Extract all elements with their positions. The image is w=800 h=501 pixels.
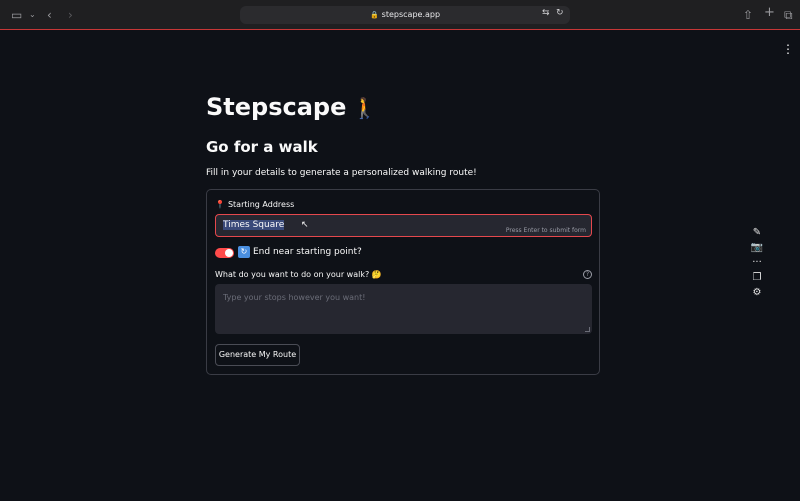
toggle-label: End near starting point? <box>253 247 362 257</box>
edit-icon[interactable]: ✎ <box>750 225 764 240</box>
app-container: ⋮ ✎ 📷 ··· ❐ ⚙ Stepscape 🚶 Go for a walk F… <box>0 31 800 501</box>
camera-icon[interactable]: 📷 <box>750 240 764 255</box>
lock-icon: 🔒 <box>369 11 379 19</box>
share-icon[interactable]: ⇧ <box>743 8 753 22</box>
page-description: Fill in your details to generate a perso… <box>206 168 477 178</box>
end-near-start-toggle[interactable] <box>215 248 234 258</box>
page-title: Stepscape 🚶 <box>206 93 378 121</box>
back-icon[interactable]: ‹ <box>47 8 52 22</box>
reload-icon[interactable]: ↻ <box>556 8 564 18</box>
more-menu-icon[interactable]: ⋮ <box>782 43 794 55</box>
copy-icon[interactable]: ❐ <box>750 270 764 285</box>
input-hint: Press Enter to submit form <box>505 227 586 234</box>
resize-handle-icon[interactable] <box>585 327 590 332</box>
pin-icon: 📍 <box>215 200 225 209</box>
forward-icon[interactable]: › <box>68 8 73 22</box>
help-icon[interactable]: ? <box>583 270 592 279</box>
loop-icon: ↻ <box>238 246 250 258</box>
toggle-knob <box>225 249 233 257</box>
stops-placeholder: Type your stops however you want! <box>223 293 366 302</box>
mouse-cursor-icon: ↖ <box>301 220 309 230</box>
walker-icon: 🚶 <box>352 96 378 120</box>
generate-route-button[interactable]: Generate My Route <box>215 344 300 366</box>
address-input[interactable]: Times Square ↖ Press Enter to submit for… <box>215 214 592 237</box>
address-value: Times Square <box>223 220 285 230</box>
translate-icon[interactable]: ⇆ <box>542 8 550 18</box>
sidebar-icon[interactable]: ▭ <box>11 8 22 22</box>
chevron-down-icon[interactable]: ⌄ <box>29 8 36 22</box>
gear-icon[interactable]: ⚙ <box>750 285 764 300</box>
url-text: stepscape.app <box>381 10 441 19</box>
tabs-icon[interactable]: ⧉ <box>784 8 793 22</box>
address-bar[interactable]: 🔒 stepscape.app ⇆ ↻ <box>240 6 570 24</box>
browser-toolbar: ▭ ⌄ ‹ › 🔒 stepscape.app ⇆ ↻ ⇧ + ⧉ <box>0 0 800 30</box>
stops-textarea[interactable]: Type your stops however you want! <box>215 284 592 334</box>
side-toolbar: ✎ 📷 ··· ❐ ⚙ <box>750 225 764 300</box>
more-icon[interactable]: ··· <box>750 255 764 270</box>
route-form: 📍 Starting Address Times Square ↖ Press E… <box>206 189 600 375</box>
stops-label: What do you want to do on your walk? 🤔 <box>215 270 382 279</box>
address-label: 📍 Starting Address <box>215 200 295 209</box>
page-subtitle: Go for a walk <box>206 138 318 156</box>
new-tab-icon[interactable]: + <box>764 6 775 20</box>
